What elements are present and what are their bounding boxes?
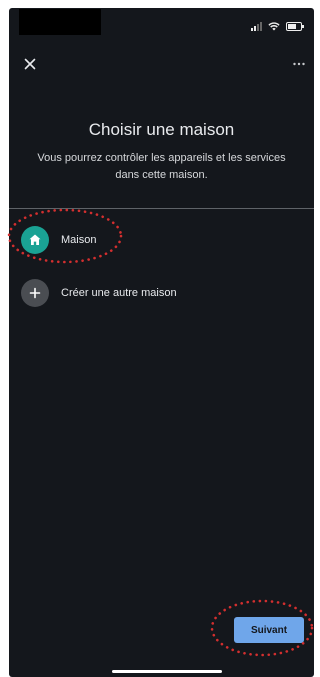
cellular-signal-icon [251, 21, 262, 31]
plus-icon [29, 287, 41, 299]
home-indicator [112, 670, 222, 673]
create-home-label: Créer une autre maison [61, 287, 177, 299]
home-item-label: Maison [61, 234, 97, 246]
redacted-area [19, 9, 101, 35]
close-icon [24, 58, 36, 70]
more-options-button[interactable] [291, 56, 307, 72]
app-screen: Choisir une maison Vous pourrez contrôle… [9, 8, 314, 677]
page-subtitle: Vous pourrez contrôler les appareils et … [37, 152, 286, 181]
create-home-item[interactable]: Créer une autre maison [21, 278, 177, 308]
battery-icon [286, 21, 304, 31]
divider [9, 208, 314, 209]
close-button[interactable] [22, 56, 38, 72]
home-item-maison[interactable]: Maison [21, 225, 96, 255]
status-bar [9, 8, 314, 38]
create-home-avatar [21, 279, 49, 307]
page-title: Choisir une maison [88, 120, 235, 139]
status-icons [251, 20, 304, 32]
home-avatar [21, 226, 49, 254]
next-button[interactable]: Suivant [234, 617, 304, 643]
wifi-icon [268, 22, 280, 31]
home-icon [29, 234, 41, 245]
more-horizontal-icon [293, 62, 305, 66]
